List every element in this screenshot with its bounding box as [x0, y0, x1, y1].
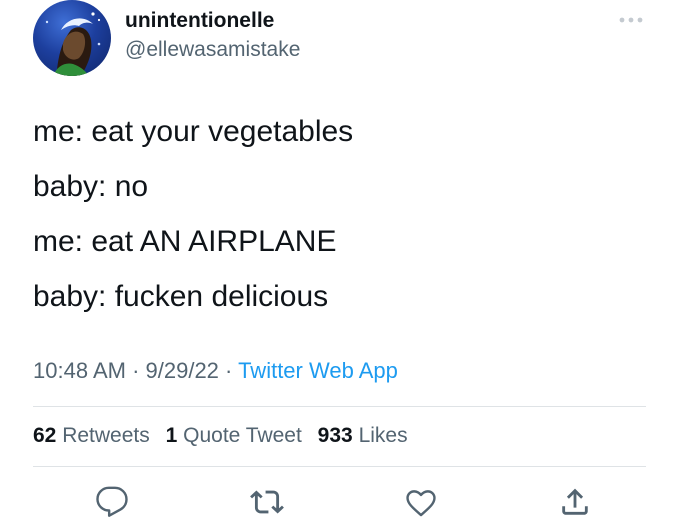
tweet-card: unintentionelle @ellewasamistake me: eat… — [0, 0, 680, 526]
tweet-text: me: eat your vegetables baby: no me: eat… — [33, 113, 653, 333]
more-options-button[interactable] — [614, 8, 648, 32]
tweet-metadata: 10:48 AM · 9/29/22 · Twitter Web App — [33, 358, 398, 384]
tweet-source-link[interactable]: Twitter Web App — [238, 358, 398, 383]
quote-tweets-label: Quote Tweet — [183, 424, 302, 447]
share-button[interactable] — [553, 480, 597, 524]
quote-tweets-stat[interactable]: 1 Quote Tweet — [166, 424, 302, 447]
share-icon — [562, 488, 588, 515]
retweet-icon — [250, 490, 284, 514]
avatar-image — [45, 12, 101, 76]
retweets-count: 62 — [33, 424, 57, 447]
more-horizontal-icon — [619, 17, 643, 23]
tweet-line: me: eat your vegetables — [33, 115, 354, 148]
divider — [33, 466, 646, 467]
tweet-line: me: eat AN AIRPLANE — [33, 225, 337, 258]
likes-label: Likes — [358, 424, 408, 447]
likes-count: 933 — [317, 424, 353, 447]
retweet-button[interactable] — [245, 480, 289, 524]
reply-icon — [96, 486, 128, 517]
retweets-stat[interactable]: 62 Retweets — [33, 424, 150, 447]
divider — [33, 406, 646, 407]
retweets-label: Retweets — [62, 424, 150, 447]
reply-button[interactable] — [90, 480, 134, 524]
quote-tweets-count: 1 — [165, 424, 178, 447]
engagement-stats: 62 Retweets 1 Quote Tweet 933 Likes — [33, 424, 418, 448]
like-icon — [406, 490, 436, 517]
tweet-line: baby: fucken delicious — [33, 280, 329, 313]
likes-stat[interactable]: 933 Likes — [318, 424, 408, 447]
tweet-date[interactable]: 9/29/22 — [146, 358, 219, 383]
tweet-time[interactable]: 10:48 AM — [33, 358, 126, 383]
avatar[interactable] — [33, 0, 111, 76]
like-button[interactable] — [399, 480, 443, 524]
tweet-line: baby: no — [33, 170, 149, 203]
tweet-actions — [33, 480, 646, 526]
separator: · — [125, 358, 146, 383]
user-display-name[interactable]: unintentionelle — [125, 9, 274, 33]
user-handle[interactable]: @ellewasamistake — [125, 38, 300, 62]
separator: · — [218, 358, 239, 383]
